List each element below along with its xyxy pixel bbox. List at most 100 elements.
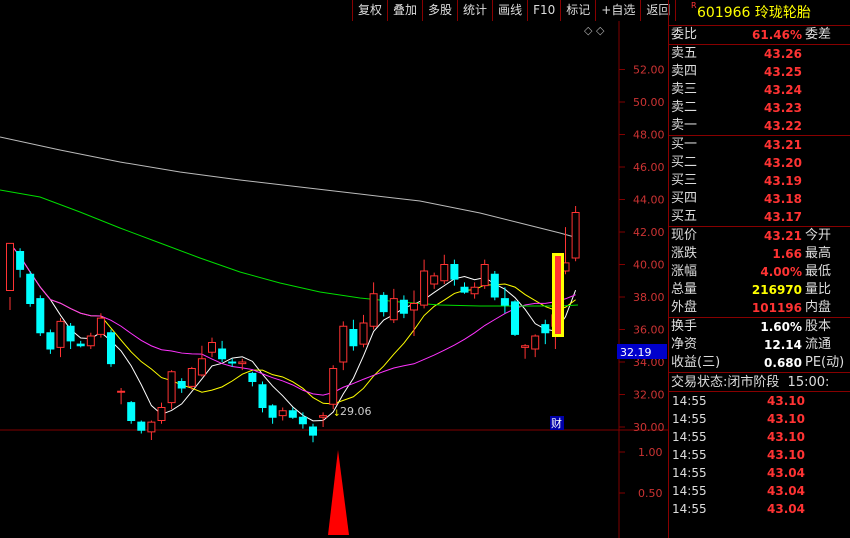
multi-stock-button[interactable]: 多股 bbox=[423, 0, 459, 21]
weibi-label: 委比 bbox=[671, 27, 698, 42]
price-axis: 52.00 50.00 48.00 46.00 44.00 42.00 40.00 38.00… bbox=[619, 64, 665, 434]
stat-row: 换手 1.60% 股本 bbox=[669, 318, 850, 336]
trade-time: 14:55 bbox=[672, 448, 707, 462]
trade-status-time: 15:00: bbox=[787, 375, 830, 390]
candle-body bbox=[268, 405, 277, 418]
quote-row-label: 涨幅 bbox=[671, 264, 698, 279]
trade-row: 14:55 43.10 bbox=[669, 392, 850, 410]
current-price-tag: 32.19 bbox=[620, 346, 652, 359]
trade-row: 14:55 43.10 bbox=[669, 446, 850, 464]
bid-row-label: 买三 bbox=[671, 173, 698, 188]
quote-panel: R 601966 玲珑轮胎 委比 61.46% 委差 卖五 43.26 卖四 43.2… bbox=[668, 0, 850, 538]
candle-body bbox=[490, 273, 499, 298]
candle-body bbox=[218, 348, 227, 360]
bid-row: 买四 43.18 bbox=[669, 190, 850, 208]
candle-body bbox=[329, 368, 338, 405]
price-tick-label: 46.00 bbox=[633, 161, 665, 174]
statistics-button[interactable]: 统计 bbox=[458, 0, 494, 21]
asks-block: 卖五 43.26 卖四 43.25 卖三 43.24 卖二 43.23 卖一 43.22 bbox=[669, 44, 850, 135]
quote-row-label2: 量比 bbox=[805, 282, 832, 297]
weicha-label: 委差 bbox=[805, 27, 832, 42]
fuquan-button[interactable]: 复权 bbox=[353, 0, 389, 21]
candle-body bbox=[450, 264, 459, 280]
candle-body bbox=[36, 298, 45, 334]
trade-price: 43.04 bbox=[767, 484, 805, 498]
candle-body bbox=[460, 286, 469, 293]
candle-body bbox=[16, 251, 25, 270]
price-tick-label: 44.00 bbox=[633, 194, 665, 207]
candle-body bbox=[96, 317, 105, 335]
mark-button[interactable]: 标记 bbox=[561, 0, 597, 21]
price-tick-label: 30.00 bbox=[633, 421, 665, 434]
overlay-button[interactable]: 叠加 bbox=[388, 0, 424, 21]
stock-name: 玲珑轮胎 bbox=[754, 5, 811, 21]
quote-row: 外盘 101196 内盘 bbox=[669, 299, 850, 317]
ask-row: 卖二 43.23 bbox=[669, 99, 850, 117]
quote-row-label2: 最高 bbox=[805, 246, 832, 261]
candle-body bbox=[298, 416, 307, 425]
candle-body bbox=[288, 410, 297, 418]
trade-time: 14:55 bbox=[672, 430, 707, 444]
draw-line-button[interactable]: 画线 bbox=[493, 0, 529, 21]
quote-row-value: 216970 bbox=[751, 283, 802, 297]
candle-body bbox=[339, 325, 348, 363]
candle-body bbox=[278, 410, 287, 417]
ask-row-label: 卖一 bbox=[671, 118, 698, 133]
ask-row-value: 43.24 bbox=[764, 83, 802, 97]
candle-body bbox=[26, 273, 35, 304]
stat-row-value: 12.14 bbox=[764, 338, 802, 352]
candle-body bbox=[137, 421, 146, 431]
trade-time: 14:55 bbox=[672, 412, 707, 426]
bids-block: 买一 43.21 买二 43.20 买三 43.19 买四 43.18 买五 43.17 bbox=[669, 135, 850, 226]
stat-row-label: 收益(三) bbox=[671, 355, 721, 370]
price-tick-label: 42.00 bbox=[633, 226, 665, 239]
bid-row: 买一 43.21 bbox=[669, 136, 850, 154]
price-tick-label: 40.00 bbox=[633, 259, 665, 272]
kline-chart[interactable]: 52.00 50.00 48.00 46.00 44.00 42.00 40.00 38.00… bbox=[0, 21, 668, 538]
ask-row-value: 43.23 bbox=[764, 101, 802, 115]
stat-row-label: 净资 bbox=[671, 337, 698, 352]
trade-row: 14:55 43.04 bbox=[669, 500, 850, 518]
trade-status-bar: 交易状态:闭市阶段 15:00: bbox=[669, 372, 850, 392]
ma5-line bbox=[9, 243, 577, 422]
candle-body bbox=[248, 372, 257, 382]
volume-tick-label: 1.00 bbox=[638, 446, 663, 459]
candle-body bbox=[500, 298, 509, 306]
candle-body bbox=[521, 345, 530, 348]
candle-body bbox=[440, 264, 449, 282]
stat-row: 净资 12.14 流通 bbox=[669, 336, 850, 354]
candle-body bbox=[177, 381, 186, 389]
ask-row: 卖一 43.22 bbox=[669, 117, 850, 135]
price-tick-label: 48.00 bbox=[633, 129, 665, 142]
toolbar: 复权 叠加 多股 统计 画线 F10 标记 +自选 返回 bbox=[352, 0, 677, 21]
finance-marker-label[interactable]: 财 bbox=[551, 416, 562, 430]
trade-row: 14:55 43.10 bbox=[669, 410, 850, 428]
highlight-bar-inner bbox=[555, 256, 561, 334]
bid-row: 买五 43.17 bbox=[669, 208, 850, 226]
chart-grid bbox=[0, 21, 668, 538]
candle-body bbox=[410, 303, 418, 311]
trade-status-value: 闭市阶段 bbox=[727, 375, 780, 390]
bid-row-value: 43.17 bbox=[764, 210, 802, 224]
quote-row-label2: 今开 bbox=[805, 228, 832, 243]
f10-button[interactable]: F10 bbox=[528, 0, 562, 21]
trade-time: 14:55 bbox=[672, 394, 707, 408]
add-watchlist-button[interactable]: +自选 bbox=[596, 0, 642, 21]
stat-row-label2: 流通 bbox=[805, 337, 832, 352]
candle-body bbox=[420, 270, 429, 306]
trade-time: 14:55 bbox=[672, 502, 707, 516]
candle-body bbox=[359, 322, 368, 345]
volume-spike bbox=[328, 450, 349, 535]
candle-body bbox=[56, 320, 65, 348]
trade-row: 14:55 43.04 bbox=[669, 482, 850, 500]
quote-row-value: 43.21 bbox=[764, 229, 802, 243]
bid-row: 买二 43.20 bbox=[669, 154, 850, 172]
trade-status-label: 交易状态: bbox=[671, 375, 728, 390]
candle-body bbox=[309, 426, 317, 436]
stat-row-label: 换手 bbox=[671, 319, 698, 334]
price-tick-label: 36.00 bbox=[633, 324, 665, 337]
stat-row-label2: PE(动) bbox=[805, 355, 845, 370]
volume-tick-label: 0.50 bbox=[638, 487, 663, 500]
price-tick-label: 50.00 bbox=[633, 96, 665, 109]
stock-code: 601966 bbox=[697, 5, 751, 21]
